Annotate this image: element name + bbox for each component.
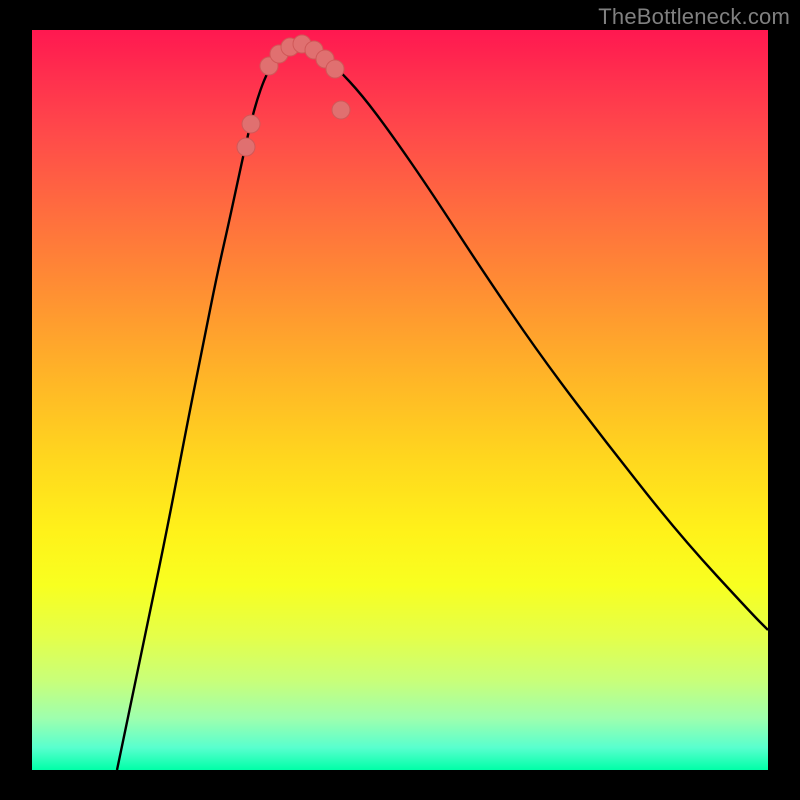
plot-area bbox=[32, 30, 768, 770]
highlight-marker bbox=[237, 138, 255, 156]
curve-layer bbox=[32, 30, 768, 770]
highlight-marker bbox=[242, 115, 260, 133]
curve-group bbox=[117, 44, 768, 770]
chart-frame: TheBottleneck.com bbox=[0, 0, 800, 800]
curve-left-branch bbox=[117, 44, 299, 770]
highlight-marker bbox=[326, 60, 344, 78]
curve-right-branch bbox=[299, 44, 768, 630]
highlight-markers bbox=[237, 35, 350, 156]
highlight-marker bbox=[332, 101, 350, 119]
watermark-text: TheBottleneck.com bbox=[598, 4, 790, 30]
